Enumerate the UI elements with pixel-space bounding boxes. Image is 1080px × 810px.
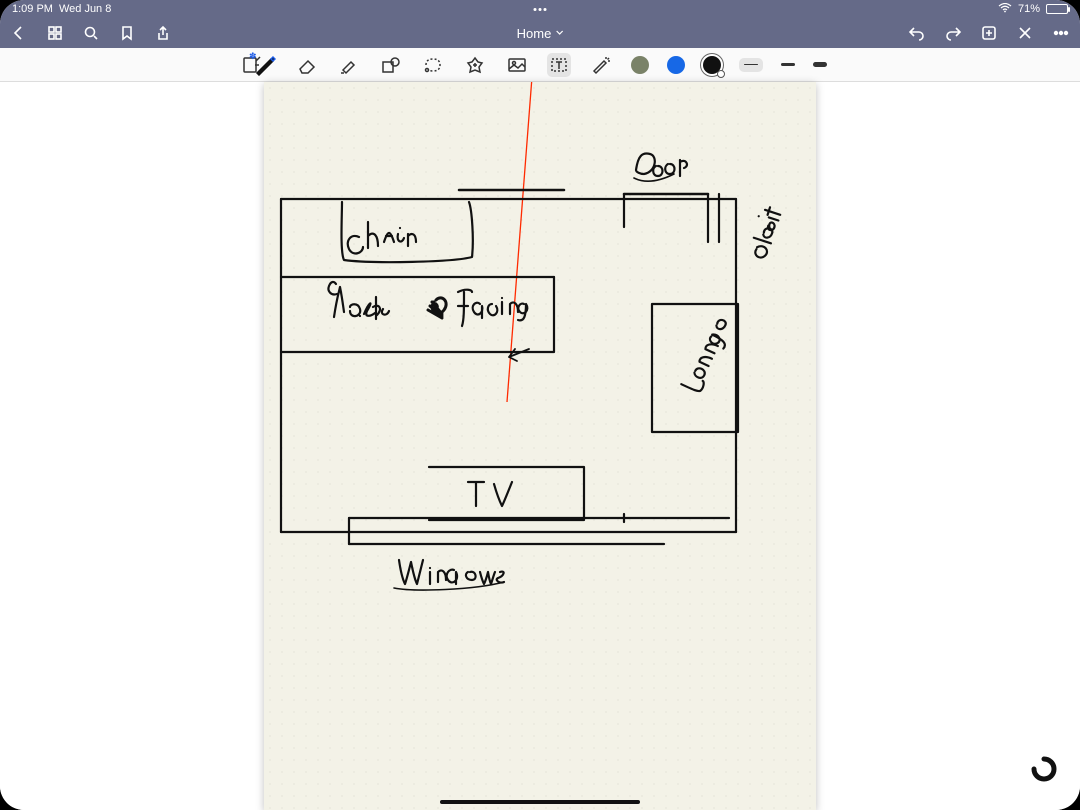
- tool-bar: ✽: [0, 48, 1080, 82]
- search-button[interactable]: [82, 24, 100, 42]
- multitask-dots[interactable]: [534, 8, 547, 11]
- new-page-button[interactable]: [980, 24, 998, 42]
- chevron-down-icon: [555, 29, 563, 37]
- laser-tool[interactable]: [589, 53, 613, 77]
- highlighter-tool[interactable]: [337, 53, 361, 77]
- image-tool[interactable]: [505, 53, 529, 77]
- battery-icon: [1046, 4, 1068, 14]
- wifi-icon: [998, 3, 1012, 16]
- grid-button[interactable]: [46, 24, 64, 42]
- elements-tool[interactable]: [463, 53, 487, 77]
- status-time: 1:09 PM: [12, 3, 53, 15]
- stroke-medium[interactable]: [781, 58, 795, 72]
- text-tool[interactable]: [547, 53, 571, 77]
- home-indicator[interactable]: [440, 800, 640, 804]
- lasso-tool[interactable]: [421, 53, 445, 77]
- color-black[interactable]: [703, 56, 721, 74]
- status-date: Wed Jun 8: [59, 3, 111, 15]
- note-page[interactable]: [264, 82, 816, 810]
- color-blue[interactable]: [667, 56, 685, 74]
- close-button[interactable]: [1016, 24, 1034, 42]
- bluetooth-icon: ✽: [249, 51, 257, 62]
- shape-tool[interactable]: [379, 53, 403, 77]
- workspace[interactable]: [0, 82, 1080, 810]
- more-button[interactable]: [1052, 24, 1070, 42]
- redo-button[interactable]: [944, 24, 962, 42]
- share-button[interactable]: [154, 24, 172, 42]
- scroll-corner-icon[interactable]: [1030, 755, 1058, 788]
- eraser-tool[interactable]: [295, 53, 319, 77]
- color-olive[interactable]: [631, 56, 649, 74]
- app-window: 1:09 PM Wed Jun 8 71% Home: [0, 0, 1080, 810]
- status-bar: 1:09 PM Wed Jun 8 71%: [0, 0, 1080, 18]
- document-title: Home: [517, 26, 552, 41]
- drawing-canvas[interactable]: [264, 82, 816, 810]
- stroke-thin[interactable]: [739, 58, 763, 72]
- stroke-thick[interactable]: [813, 58, 827, 72]
- pen-tool[interactable]: ✽: [253, 53, 277, 77]
- battery-percent: 71%: [1018, 3, 1040, 15]
- undo-button[interactable]: [908, 24, 926, 42]
- bookmark-button[interactable]: [118, 24, 136, 42]
- nav-bar: Home: [0, 18, 1080, 48]
- document-title-dropdown[interactable]: Home: [517, 26, 564, 41]
- back-button[interactable]: [10, 24, 28, 42]
